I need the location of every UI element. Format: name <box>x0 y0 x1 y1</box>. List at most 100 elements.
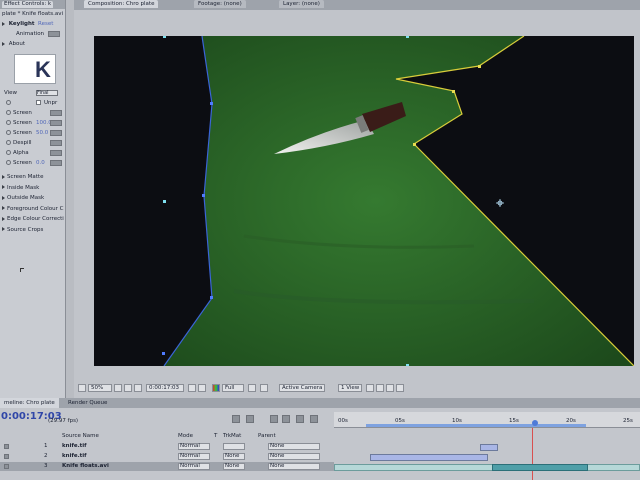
layer-name[interactable]: Knife floats.avi <box>62 462 109 471</box>
stopwatch-icon[interactable] <box>6 130 11 135</box>
always-preview-icon[interactable] <box>78 384 86 392</box>
group-row[interactable]: Foreground Colour C <box>0 204 65 214</box>
layer-name[interactable]: knife.tif <box>62 452 87 461</box>
hide-shy-layers-icon[interactable] <box>282 415 290 423</box>
group-triangle-icon[interactable] <box>2 206 5 210</box>
param-row[interactable]: Screen 50.0 <box>0 128 65 138</box>
anchor-point-icon[interactable] <box>496 199 504 207</box>
animation-presets[interactable]: Animation <box>0 29 65 39</box>
about-triangle-icon[interactable] <box>2 41 5 46</box>
grid-icon[interactable] <box>114 384 122 392</box>
group-row[interactable]: Edge Colour Correcti <box>0 214 65 224</box>
stopwatch-icon[interactable] <box>6 160 11 165</box>
stopwatch-icon[interactable] <box>6 110 11 115</box>
camera-view-dropdown[interactable]: Active Camera <box>279 384 325 392</box>
group-row[interactable]: Outside Mask <box>0 193 65 203</box>
toggle-pixel-icon[interactable] <box>366 384 374 392</box>
group-triangle-icon[interactable] <box>2 174 5 179</box>
param-row[interactable]: Despill <box>0 138 65 148</box>
timeline-layer-row[interactable]: 1 knife.tif Normal None <box>0 442 334 451</box>
expand-triangle-icon[interactable] <box>2 21 5 26</box>
param-picker[interactable] <box>50 150 62 156</box>
param-picker[interactable] <box>50 110 62 116</box>
comp-mini-flowchart-icon[interactable] <box>232 415 240 423</box>
param-picker[interactable] <box>50 160 62 166</box>
timeline-layer-row[interactable]: 2 knife.tif Normal None None <box>0 452 334 461</box>
composition-frame[interactable] <box>94 36 634 366</box>
about-row[interactable]: About <box>0 39 65 49</box>
param-picker[interactable] <box>50 120 62 126</box>
param-row[interactable]: Screen 0.0 <box>0 158 65 168</box>
param-picker[interactable] <box>50 140 62 146</box>
layer-mode-dropdown[interactable]: Normal <box>178 463 210 470</box>
layer-trkmat-dropdown[interactable] <box>223 443 245 450</box>
stopwatch-icon[interactable] <box>6 150 11 155</box>
tab-layer[interactable]: Layer: (none) <box>279 0 324 8</box>
eye-icon[interactable] <box>4 444 9 449</box>
timeline-layer-row[interactable]: 3 Knife floats.avi Normal None None <box>0 462 334 471</box>
time-ruler[interactable]: 00s 05s 10s 15s 20s 25s <box>334 412 640 428</box>
transparency-grid-icon[interactable] <box>260 384 268 392</box>
unpremultiply-checkbox[interactable] <box>36 100 41 105</box>
group-triangle-icon[interactable] <box>2 185 5 189</box>
layer-bar-2[interactable] <box>370 454 488 461</box>
layer-bar-1[interactable] <box>480 444 498 451</box>
group-triangle-icon[interactable] <box>2 227 5 231</box>
view-dropdown[interactable]: Final <box>36 90 58 96</box>
tab-footage[interactable]: Footage: (none) <box>194 0 246 8</box>
reset-link[interactable]: Reset <box>38 19 53 29</box>
tab-effect-controls[interactable]: Effect Controls: k <box>2 1 54 8</box>
param-row[interactable]: Screen <box>0 108 65 118</box>
param-picker[interactable] <box>50 130 62 136</box>
view-layout-dropdown[interactable]: 1 View <box>338 384 362 392</box>
motion-blur-icon[interactable] <box>310 415 318 423</box>
group-row[interactable]: Inside Mask <box>0 183 65 193</box>
timeline-icon[interactable] <box>386 384 394 392</box>
live-update-icon[interactable] <box>246 415 254 423</box>
stopwatch-icon[interactable] <box>6 120 11 125</box>
param-value[interactable]: 0.0 <box>36 158 45 168</box>
snapshot-icon[interactable] <box>124 384 132 392</box>
effect-keylight-row[interactable]: Keylight Reset <box>0 19 65 29</box>
show-snapshot-icon[interactable] <box>134 384 142 392</box>
layer-bar-3-highlight[interactable] <box>492 464 588 471</box>
region-of-interest-icon[interactable] <box>248 384 256 392</box>
animation-dropdown[interactable] <box>48 31 60 37</box>
stopwatch-icon[interactable] <box>6 140 11 145</box>
playhead-handle[interactable] <box>532 420 538 426</box>
tab-timeline[interactable]: meline: Chro plate <box>0 398 59 408</box>
param-value[interactable]: 50.0 <box>36 128 48 138</box>
layer-bar-3[interactable] <box>334 464 640 471</box>
layer-trkmat-dropdown[interactable]: None <box>223 463 245 470</box>
current-time-display[interactable]: 0:00:17:03 <box>146 384 184 392</box>
stopwatch-icon[interactable] <box>6 100 11 105</box>
work-area-bar[interactable] <box>366 424 586 427</box>
effect-controls-tabbar: Effect Controls: k <box>0 0 65 9</box>
param-row[interactable]: Alpha <box>0 148 65 158</box>
layer-parent-dropdown[interactable]: None <box>268 463 320 470</box>
resolution-dropdown[interactable]: Full <box>222 384 244 392</box>
param-row[interactable]: Screen 100.0 <box>0 118 65 128</box>
color-channels-icon[interactable] <box>212 384 220 392</box>
frame-blending-icon[interactable] <box>296 415 304 423</box>
group-row[interactable]: Screen Matte <box>0 172 65 182</box>
layer-parent-dropdown[interactable]: None <box>268 443 320 450</box>
layer-parent-dropdown[interactable]: None <box>268 453 320 460</box>
eye-icon[interactable] <box>4 464 9 469</box>
layer-mode-dropdown[interactable]: Normal <box>178 443 210 450</box>
tab-render-queue[interactable]: Render Queue <box>64 398 111 408</box>
camera-icon[interactable] <box>188 384 196 392</box>
layer-trkmat-dropdown[interactable]: None <box>223 453 245 460</box>
flowchart-icon[interactable] <box>396 384 404 392</box>
eye-icon[interactable] <box>4 454 9 459</box>
draft-3d-icon[interactable] <box>270 415 278 423</box>
channel-icon[interactable] <box>198 384 206 392</box>
layer-mode-dropdown[interactable]: Normal <box>178 453 210 460</box>
tab-composition[interactable]: Composition: Chro plate <box>84 0 159 8</box>
magnification-dropdown[interactable]: 50% <box>88 384 112 392</box>
fast-preview-icon[interactable] <box>376 384 384 392</box>
group-triangle-icon[interactable] <box>2 216 5 221</box>
layer-name[interactable]: knife.tif <box>62 442 87 451</box>
group-triangle-icon[interactable] <box>2 195 5 200</box>
group-row[interactable]: Source Crops <box>0 225 65 235</box>
